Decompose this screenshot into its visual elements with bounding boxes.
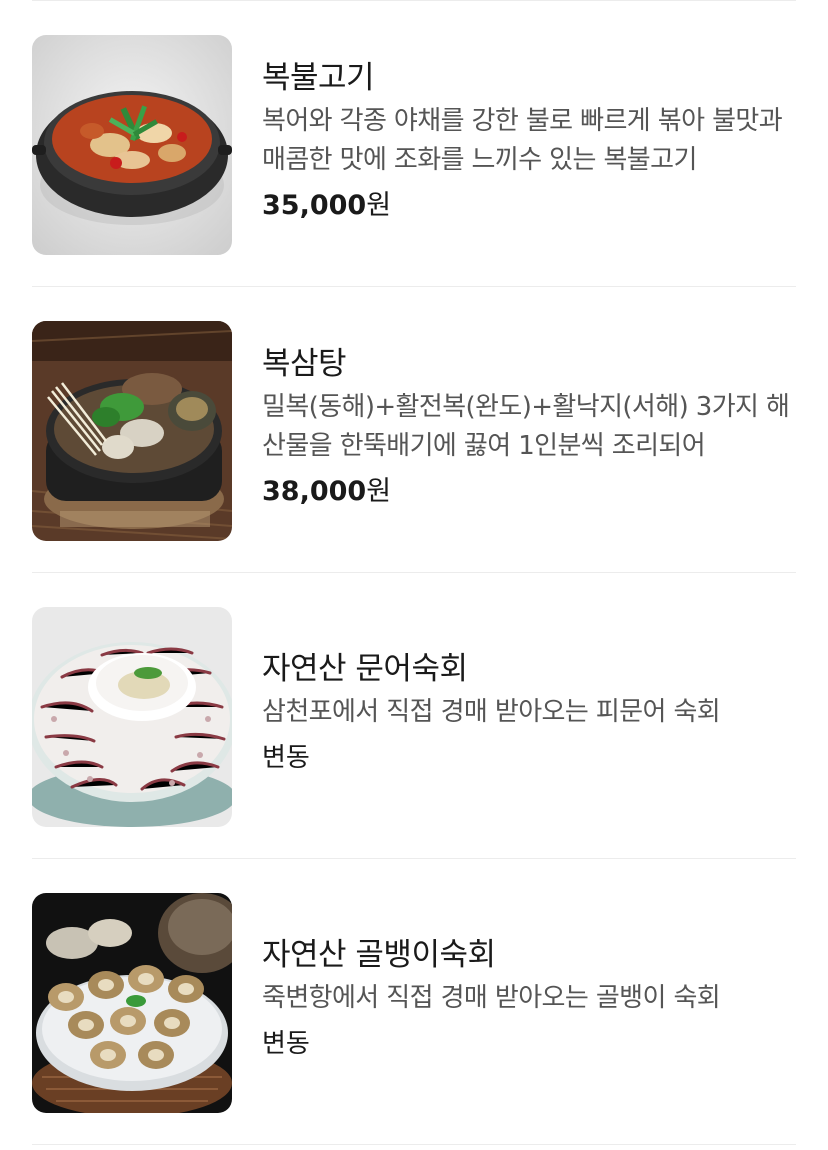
menu-item-description: 밀복(동해)+활전복(완도)+활낙지(서해) 3가지 해산물을 한뚝배기에 끓여…: [262, 391, 790, 461]
menu-list: 복불고기 복어와 각종 야채를 강한 불로 빠르게 볶아 불맛과 매콤한 맛에 …: [32, 0, 796, 1145]
menu-item-text: 복삼탕 밀복(동해)+활전복(완도)+활낙지(서해) 3가지 해산물을 한뚝배기…: [262, 287, 796, 572]
price-unit: 원: [366, 475, 392, 507]
menu-item-description: 삼천포에서 직접 경매 받아오는 피문어 숙회: [262, 697, 721, 727]
spicy-stir-fried-pufferfish-dish-image: [32, 35, 232, 255]
menu-item-text: 복불고기 복어와 각종 야채를 강한 불로 빠르게 볶아 불맛과 매콤한 맛에 …: [262, 1, 796, 286]
price-amount: 38,000: [262, 475, 367, 507]
price-amount: 35,000: [262, 189, 367, 221]
menu-item[interactable]: 복불고기 복어와 각종 야채를 강한 불로 빠르게 볶아 불맛과 매콤한 맛에 …: [32, 1, 796, 286]
menu-item-image[interactable]: [32, 893, 232, 1113]
menu-item-image[interactable]: [32, 321, 232, 541]
seafood-hot-pot-dish-image: [32, 321, 232, 541]
menu-item-price: 변동: [262, 1029, 310, 1059]
menu-item[interactable]: 자연산 문어숙회 삼천포에서 직접 경매 받아오는 피문어 숙회 변동: [32, 573, 796, 858]
menu-item-price: 변동: [262, 743, 310, 773]
menu-item-image[interactable]: [32, 35, 232, 255]
menu-item-image[interactable]: [32, 607, 232, 827]
menu-item-text: 자연산 골뱅이숙회 죽변항에서 직접 경매 받아오는 골뱅이 숙회 변동: [262, 859, 796, 1144]
price-unit: 원: [366, 189, 392, 221]
menu-item-name: 복불고기: [262, 59, 375, 96]
menu-item[interactable]: 복삼탕 밀복(동해)+활전복(완도)+활낙지(서해) 3가지 해산물을 한뚝배기…: [32, 287, 796, 572]
menu-item-price: 35,000원: [262, 186, 796, 226]
menu-item-name: 자연산 골뱅이숙회: [262, 937, 496, 973]
menu-item-text: 자연산 문어숙회 삼천포에서 직접 경매 받아오는 피문어 숙회 변동: [262, 573, 796, 858]
menu-item-name: 복삼탕: [262, 345, 347, 382]
menu-item-name: 자연산 문어숙회: [262, 651, 468, 687]
boiled-octopus-platter-image: [32, 607, 232, 827]
menu-item-price: 38,000원: [262, 472, 796, 512]
menu-item-description: 죽변항에서 직접 경매 받아오는 골뱅이 숙회: [262, 983, 721, 1013]
boiled-whelk-platter-image: [32, 893, 232, 1113]
menu-item-description: 복어와 각종 야채를 강한 불로 빠르게 볶아 불맛과 매콤한 맛에 조화를 느…: [262, 105, 783, 175]
menu-item[interactable]: 자연산 골뱅이숙회 죽변항에서 직접 경매 받아오는 골뱅이 숙회 변동: [32, 859, 796, 1144]
divider: [32, 1144, 796, 1145]
